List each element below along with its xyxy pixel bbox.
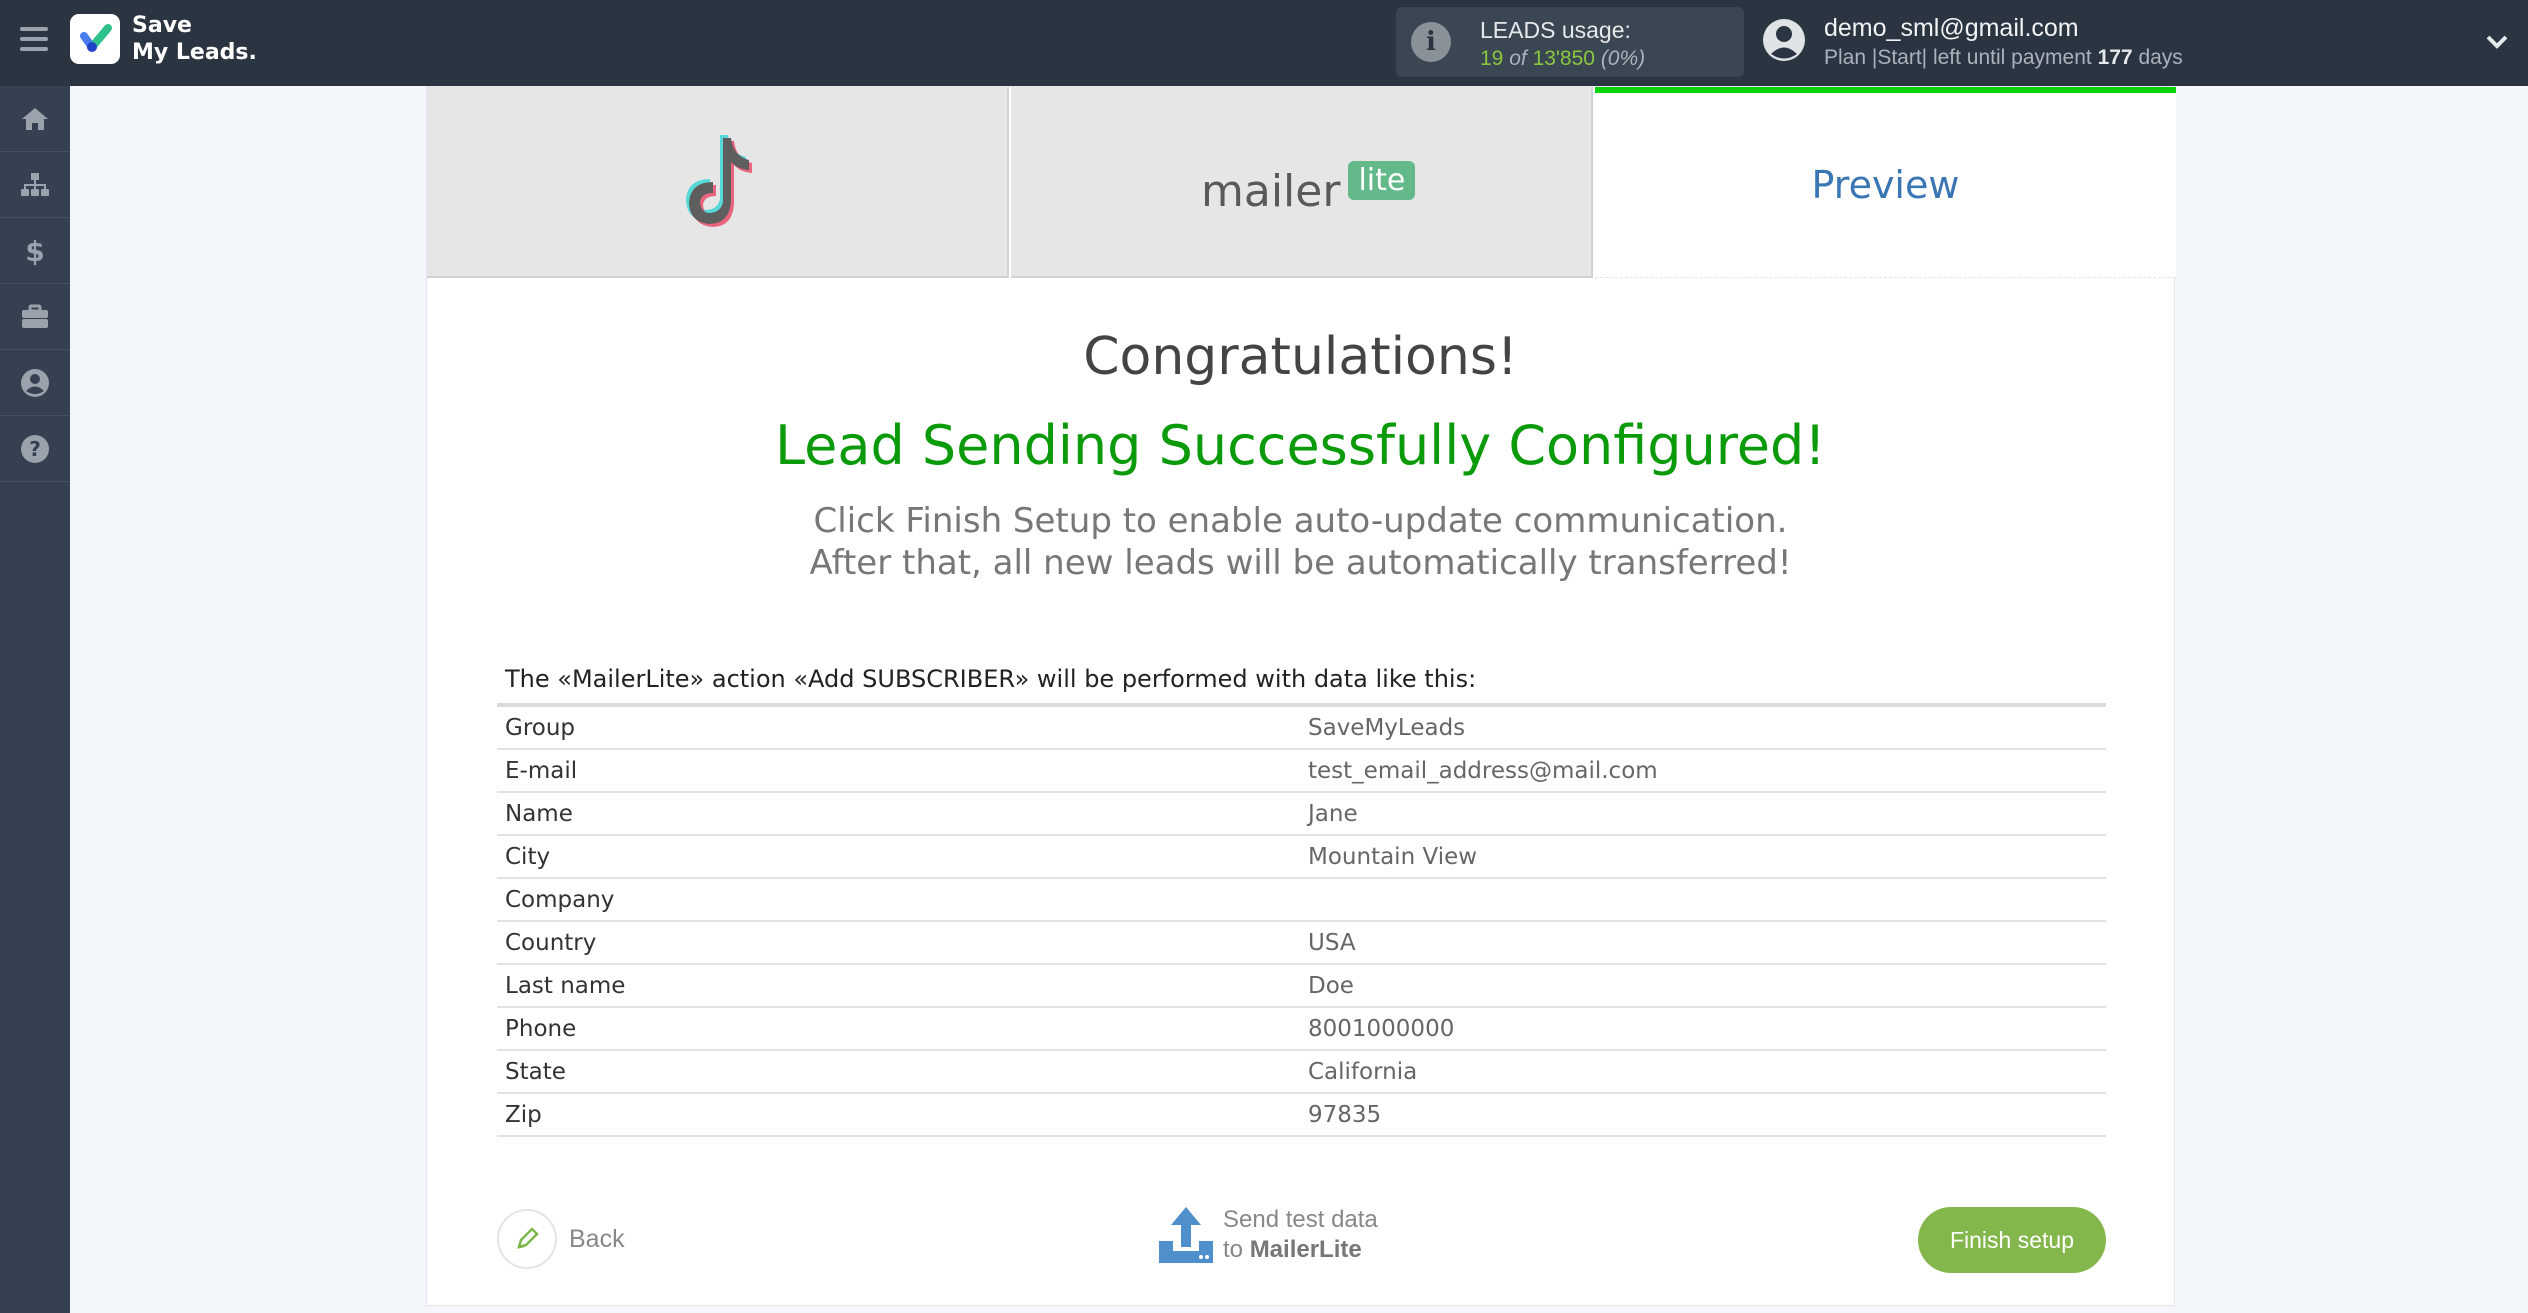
top-header: Save My Leads. i LEADS usage: 19 of 13'8… xyxy=(0,0,2528,86)
field-value: USA xyxy=(1308,930,1356,956)
field-name: Zip xyxy=(505,1102,542,1128)
send-test-label: Send test data to MailerLite xyxy=(1223,1205,1378,1265)
dollar-icon: $ xyxy=(25,235,44,267)
field-name: State xyxy=(505,1059,566,1085)
tab-destination-mailerlite[interactable]: mailer lite xyxy=(1011,87,1593,278)
sidebar-item-connections[interactable] xyxy=(0,152,70,218)
logo-line2: My Leads. xyxy=(132,40,257,65)
send-test-data-button[interactable]: Send test data to MailerLite xyxy=(1157,1205,1378,1265)
plan-suffix: days xyxy=(2138,46,2183,69)
field-value: 8001000000 xyxy=(1308,1016,1455,1042)
leads-used: 19 xyxy=(1480,47,1504,70)
user-avatar-icon[interactable] xyxy=(1762,17,1806,63)
table-row: E-mail test_email_address@mail.com xyxy=(497,750,2106,793)
table-row: Zip 97835 xyxy=(497,1094,2106,1137)
sidebar: $ ? xyxy=(0,86,70,1313)
table-row: Name Jane xyxy=(497,793,2106,836)
send-test-line1: Send test data xyxy=(1223,1206,1378,1233)
field-value: California xyxy=(1308,1059,1418,1085)
success-heading: Lead Sending Successfully Configured! xyxy=(775,414,1826,477)
field-value: Mountain View xyxy=(1308,844,1478,870)
table-row: Country USA xyxy=(497,922,2106,965)
field-value: SaveMyLeads xyxy=(1308,715,1466,741)
table-row: City Mountain View xyxy=(497,836,2106,879)
table-row: Last name Doe xyxy=(497,965,2106,1008)
field-name: E-mail xyxy=(505,758,578,784)
table-row: Company xyxy=(497,879,2106,922)
field-name: Group xyxy=(505,715,576,741)
field-value: test_email_address@mail.com xyxy=(1308,758,1658,784)
table-row: Phone 8001000000 xyxy=(497,1008,2106,1051)
mailerlite-logo: mailer lite xyxy=(1201,161,1416,217)
svg-text:$: $ xyxy=(25,235,44,267)
sidebar-item-home[interactable] xyxy=(0,86,70,152)
tiktok-logo-icon xyxy=(686,135,752,227)
pencil-icon xyxy=(497,1209,557,1269)
back-button[interactable]: Back xyxy=(497,1209,625,1269)
sidebar-item-billing[interactable]: $ xyxy=(0,218,70,284)
info-icon: i xyxy=(1411,22,1451,62)
field-value: Doe xyxy=(1308,973,1354,999)
table-row: Group SaveMyLeads xyxy=(497,707,2106,750)
sidebar-item-help[interactable]: ? xyxy=(0,416,70,482)
congratulations-heading: Congratulations! xyxy=(1083,327,1518,387)
leads-total: 13'850 xyxy=(1532,47,1595,70)
tab-preview[interactable]: Preview xyxy=(1595,87,2176,278)
field-value: Jane xyxy=(1308,801,1358,827)
plan-prefix: Plan |Start| left until payment xyxy=(1824,46,2092,69)
leads-usage-count: 19 of 13'850 (0%) xyxy=(1480,47,1645,71)
tab-source-tiktok[interactable] xyxy=(427,87,1009,278)
preview-caption: The «MailerLite» action «Add SUBSCRIBER»… xyxy=(505,665,1477,693)
description-line2: After that, all new leads will be automa… xyxy=(809,543,1792,583)
leads-usage-title: LEADS usage: xyxy=(1480,17,1631,43)
field-name: Last name xyxy=(505,973,626,999)
mailerlite-lite-badge: lite xyxy=(1348,161,1416,200)
svg-text:?: ? xyxy=(29,437,41,461)
sidebar-item-tools[interactable] xyxy=(0,284,70,350)
user-plan: Plan |Start| left until payment 177 days xyxy=(1824,46,2183,70)
field-name: Country xyxy=(505,930,597,956)
field-name: Name xyxy=(505,801,573,827)
logo-line1: Save xyxy=(132,13,192,38)
chevron-down-icon[interactable] xyxy=(2484,28,2510,54)
description-line1: Click Finish Setup to enable auto-update… xyxy=(813,501,1788,541)
logo-text: Save My Leads. xyxy=(132,12,257,66)
home-icon xyxy=(22,107,48,130)
tab-preview-label: Preview xyxy=(1811,163,1960,207)
description: Click Finish Setup to enable auto-update… xyxy=(427,500,2174,584)
logo-icon[interactable] xyxy=(70,14,120,64)
back-label: Back xyxy=(569,1224,625,1253)
table-row: State California xyxy=(497,1051,2106,1094)
sidebar-item-account[interactable] xyxy=(0,350,70,416)
field-name: City xyxy=(505,844,551,870)
field-name: Phone xyxy=(505,1016,577,1042)
main-panel: mailer lite Preview Congratulations! Lea… xyxy=(426,86,2176,1306)
user-circle-icon xyxy=(21,368,49,397)
upload-icon xyxy=(1159,1207,1213,1263)
sitemap-icon xyxy=(21,172,49,196)
finish-setup-button[interactable]: Finish setup xyxy=(1918,1207,2106,1273)
field-name: Company xyxy=(505,887,615,913)
leads-of: of xyxy=(1509,47,1527,70)
mailerlite-logo-text: mailer xyxy=(1201,166,1341,217)
leads-percent: (0%) xyxy=(1600,47,1646,70)
send-test-target: MailerLite xyxy=(1249,1236,1362,1263)
preview-table: Group SaveMyLeads E-mail test_email_addres… xyxy=(497,703,2106,1137)
user-email[interactable]: demo_sml@gmail.com xyxy=(1824,14,2079,43)
send-test-to: to xyxy=(1223,1236,1244,1263)
briefcase-icon xyxy=(22,304,48,328)
question-circle-icon: ? xyxy=(21,434,49,463)
leads-usage-box: i LEADS usage: 19 of 13'850 (0%) xyxy=(1396,7,1744,77)
menu-icon[interactable] xyxy=(20,27,48,53)
plan-days: 177 xyxy=(2097,46,2133,69)
field-value: 97835 xyxy=(1308,1102,1382,1128)
